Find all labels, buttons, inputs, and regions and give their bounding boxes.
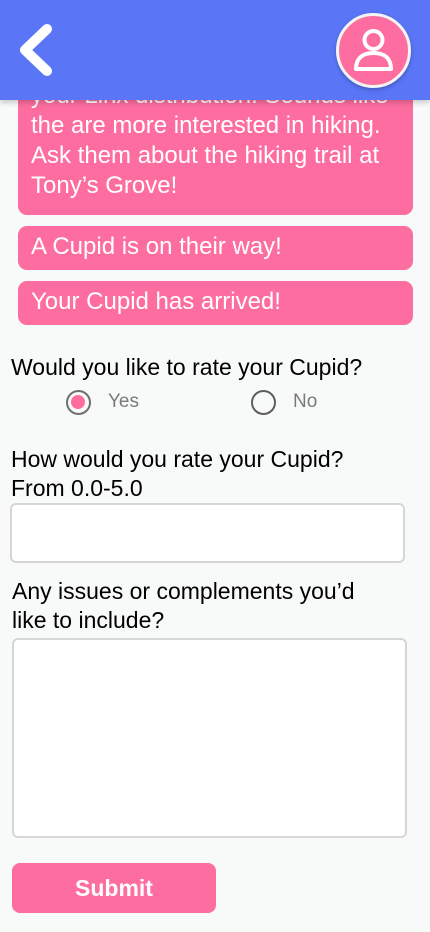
chat-bubble: Your Cupid has arrived!	[18, 281, 413, 325]
submit-button[interactable]: Submit	[12, 863, 216, 913]
cupid-rating-screen: your Linx distribution. Sounds like the …	[0, 0, 430, 932]
issues-question-line1: Any issues or complements you’d	[12, 578, 355, 604]
rate-question: Would you like to rate your Cupid?	[11, 354, 363, 380]
profile-button[interactable]	[336, 13, 411, 88]
radio-yes-circle[interactable]	[66, 389, 91, 415]
rating-question-line1: How would you rate your Cupid?	[11, 446, 344, 472]
radio-no-label: No	[293, 391, 318, 412]
rating-question: How would you rate your Cupid? From 0.0-…	[11, 445, 343, 503]
issues-question-line2: like to include?	[12, 607, 165, 633]
chat-message-text: Your Cupid has arrived!	[31, 288, 281, 315]
issues-textarea[interactable]	[12, 638, 407, 838]
issues-question: Any issues or complements you’d like to …	[12, 577, 355, 635]
app-header	[0, 0, 430, 100]
chat-bubble: A Cupid is on their way!	[18, 226, 413, 270]
user-icon	[354, 29, 393, 71]
chat-message-text: A Cupid is on their way!	[31, 233, 282, 260]
chat-thread: your Linx distribution. Sounds like the …	[18, 60, 413, 336]
back-button[interactable]	[14, 22, 58, 78]
radio-yes-label: Yes	[108, 391, 139, 412]
rating-input[interactable]	[10, 503, 405, 563]
rating-question-line2: From 0.0-5.0	[11, 475, 143, 501]
chevron-left-icon	[20, 24, 52, 76]
radio-no-circle[interactable]	[251, 389, 276, 415]
radio-yes[interactable]: Yes	[66, 389, 139, 415]
radio-no[interactable]: No	[251, 389, 318, 415]
rate-radio-group: Yes No	[66, 388, 317, 416]
